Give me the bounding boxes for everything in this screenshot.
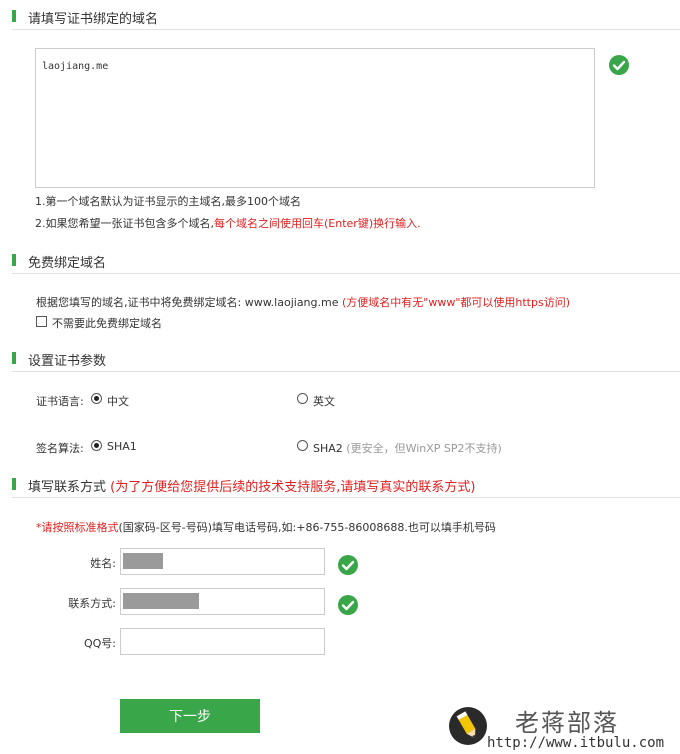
qq-field[interactable] xyxy=(120,628,325,655)
skip-free-domain-checkbox[interactable] xyxy=(36,316,47,327)
sha2-note: (更安全，但WinXP SP2不支持) xyxy=(346,442,502,455)
check-circle-icon xyxy=(609,55,629,75)
skip-free-domain-label[interactable]: 不需要此免费绑定域名 xyxy=(52,315,162,331)
algorithm-radio-sha2[interactable] xyxy=(297,440,308,451)
free-domain-section-title: 免费绑定域名 xyxy=(28,256,107,271)
domain-hint-2: 2.如果您希望一张证书包含多个域名,每个域名之间使用回车(Enter键)换行输入… xyxy=(35,215,421,231)
name-label: 姓名: xyxy=(90,557,116,570)
watermark-title: 老蒋部落 xyxy=(515,709,619,737)
contact-title-note: (为了方便给您提供后续的技术支持服务,请填写真实的联系方式) xyxy=(110,480,476,495)
section-marker xyxy=(12,352,16,364)
next-step-button[interactable]: 下一步 xyxy=(120,699,260,733)
algorithm-radio-sha1[interactable] xyxy=(91,440,102,451)
domain-hint-1: 1.第一个域名默认为证书显示的主域名,最多100个域名 xyxy=(35,195,301,208)
domain-hint-2-warning: 每个域名之间使用回车(Enter键)换行输入. xyxy=(214,217,421,230)
free-domain-description: 根据您填写的域名,证书中将免费绑定域名: www.laojiang.me (方便… xyxy=(36,294,570,310)
contact-title-text: 填写联系方式 xyxy=(28,480,107,495)
phone-format-text: (国家码-区号-号码)填写电话号码,如:+86-755-86008688.也可以… xyxy=(118,521,496,534)
language-radio-english[interactable] xyxy=(297,393,308,404)
redacted-phone xyxy=(123,593,199,609)
algorithm-option-sha1[interactable]: SHA1 xyxy=(107,440,137,453)
params-section-title: 设置证书参数 xyxy=(28,354,107,369)
phone-format-hint: *请按照标准格式(国家码-区号-号码)填写电话号码,如:+86-755-8600… xyxy=(36,519,496,535)
free-domain-text: 根据您填写的域名,证书中将免费绑定域名: www.laojiang.me xyxy=(36,296,342,309)
sha2-label: SHA2 xyxy=(313,442,343,455)
section-divider xyxy=(12,371,680,372)
redacted-name xyxy=(123,553,163,569)
free-domain-note: (方便域名中有无"www"都可以使用https访问) xyxy=(342,296,571,309)
domain-hint-2-text: 2.如果您希望一张证书包含多个域名, xyxy=(35,217,214,230)
section-marker xyxy=(12,478,16,490)
check-circle-icon xyxy=(338,555,358,575)
section-divider xyxy=(12,29,680,30)
contact-section-title: 填写联系方式 (为了方便给您提供后续的技术支持服务,请填写真实的联系方式) xyxy=(28,476,475,495)
language-option-english[interactable]: 英文 xyxy=(313,393,335,409)
section-marker xyxy=(12,10,16,22)
params-section-header: 设置证书参数 xyxy=(12,350,680,372)
algorithm-option-sha2[interactable]: SHA2 (更安全，但WinXP SP2不支持) xyxy=(313,440,502,456)
language-option-chinese[interactable]: 中文 xyxy=(107,393,129,409)
language-label: 证书语言: xyxy=(36,395,84,408)
domain-section-header: 请填写证书绑定的域名 xyxy=(12,8,680,30)
phone-field[interactable] xyxy=(120,588,325,615)
language-radio-chinese[interactable] xyxy=(91,393,102,404)
free-domain-section-header: 免费绑定域名 xyxy=(12,252,680,274)
name-field[interactable] xyxy=(120,548,325,575)
section-divider xyxy=(12,497,680,498)
section-marker xyxy=(12,254,16,266)
check-circle-icon xyxy=(338,595,358,615)
domain-section-title: 请填写证书绑定的域名 xyxy=(28,12,159,27)
pencil-logo-icon xyxy=(449,707,487,745)
section-divider xyxy=(12,273,680,274)
watermark-url: http://www.itbulu.com xyxy=(487,735,665,751)
phone-format-required: *请按照标准格式 xyxy=(36,521,119,534)
qq-label: QQ号: xyxy=(83,637,116,650)
phone-label: 联系方式: xyxy=(68,597,116,610)
algorithm-label: 签名算法: xyxy=(36,442,84,455)
domain-input[interactable]: laojiang.me xyxy=(35,48,595,188)
contact-section-header: 填写联系方式 (为了方便给您提供后续的技术支持服务,请填写真实的联系方式) xyxy=(12,476,680,498)
